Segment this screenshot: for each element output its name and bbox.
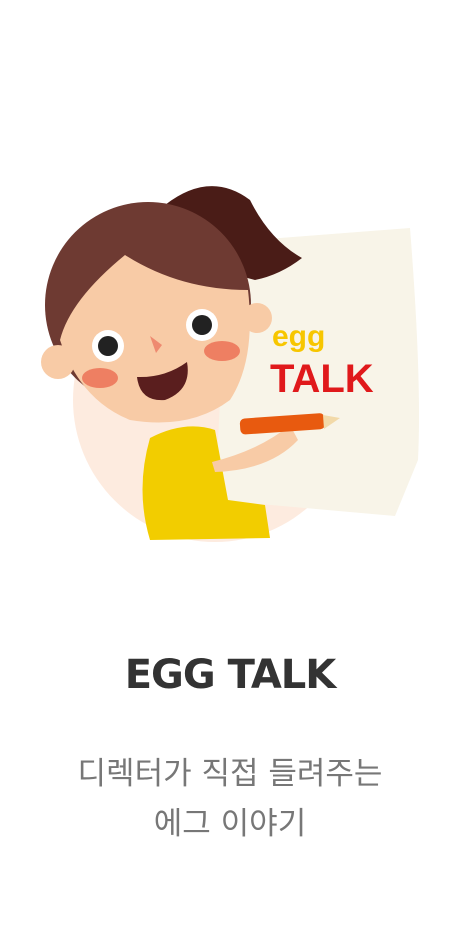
egg-talk-illustration: egg TALK xyxy=(41,186,419,542)
right-pupil xyxy=(192,315,212,335)
left-ear xyxy=(41,345,75,379)
right-cheek xyxy=(204,341,240,361)
subtitle-line-1: 디렉터가 직접 들려주는 xyxy=(77,756,383,792)
right-ear xyxy=(242,303,272,333)
logo-talk: TALK xyxy=(270,357,374,401)
left-pupil xyxy=(98,336,118,356)
logo-egg: egg xyxy=(272,320,325,353)
page-title: EGG TALK xyxy=(124,652,337,698)
left-cheek xyxy=(82,368,118,388)
subtitle-line-2: 에그 이야기 xyxy=(153,806,307,842)
